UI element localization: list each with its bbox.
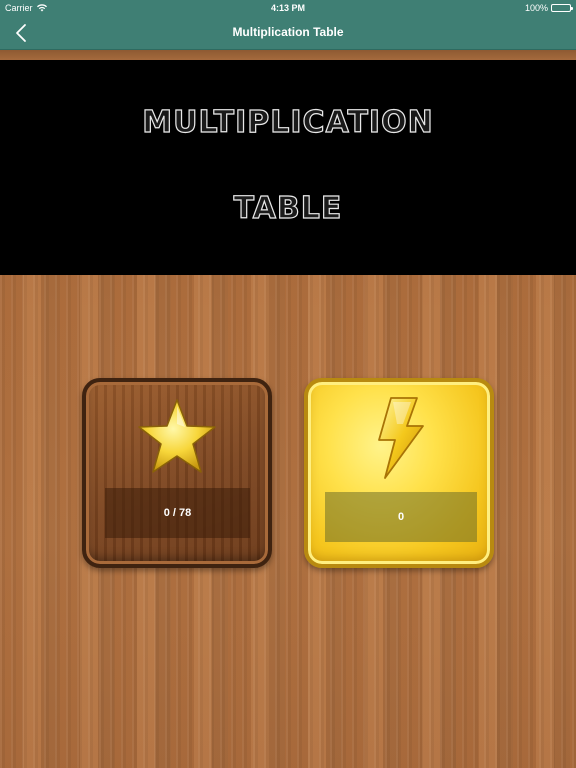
page-title: Multiplication Table xyxy=(232,25,344,39)
progress-count: 0 / 78 xyxy=(105,488,250,538)
banner-title-line1: MULTIPLICATION xyxy=(142,104,434,140)
status-time: 4:13 PM xyxy=(270,3,305,13)
speed-score: 0 xyxy=(325,492,477,542)
navigation-bar: Multiplication Table xyxy=(0,16,576,50)
progress-card[interactable]: 0 / 78 xyxy=(82,378,272,568)
battery-icon xyxy=(551,4,573,12)
speed-card[interactable]: 0 xyxy=(304,378,494,568)
star-icon xyxy=(138,399,216,473)
status-bar: Carrier 4:13 PM 100% xyxy=(0,0,576,16)
wood-divider xyxy=(0,50,576,60)
lightning-icon xyxy=(378,397,424,479)
chalkboard-banner: MULTIPLICATION TABLE xyxy=(0,60,576,275)
banner-title-line2: TABLE xyxy=(233,190,343,226)
battery-percent: 100% xyxy=(524,3,548,13)
